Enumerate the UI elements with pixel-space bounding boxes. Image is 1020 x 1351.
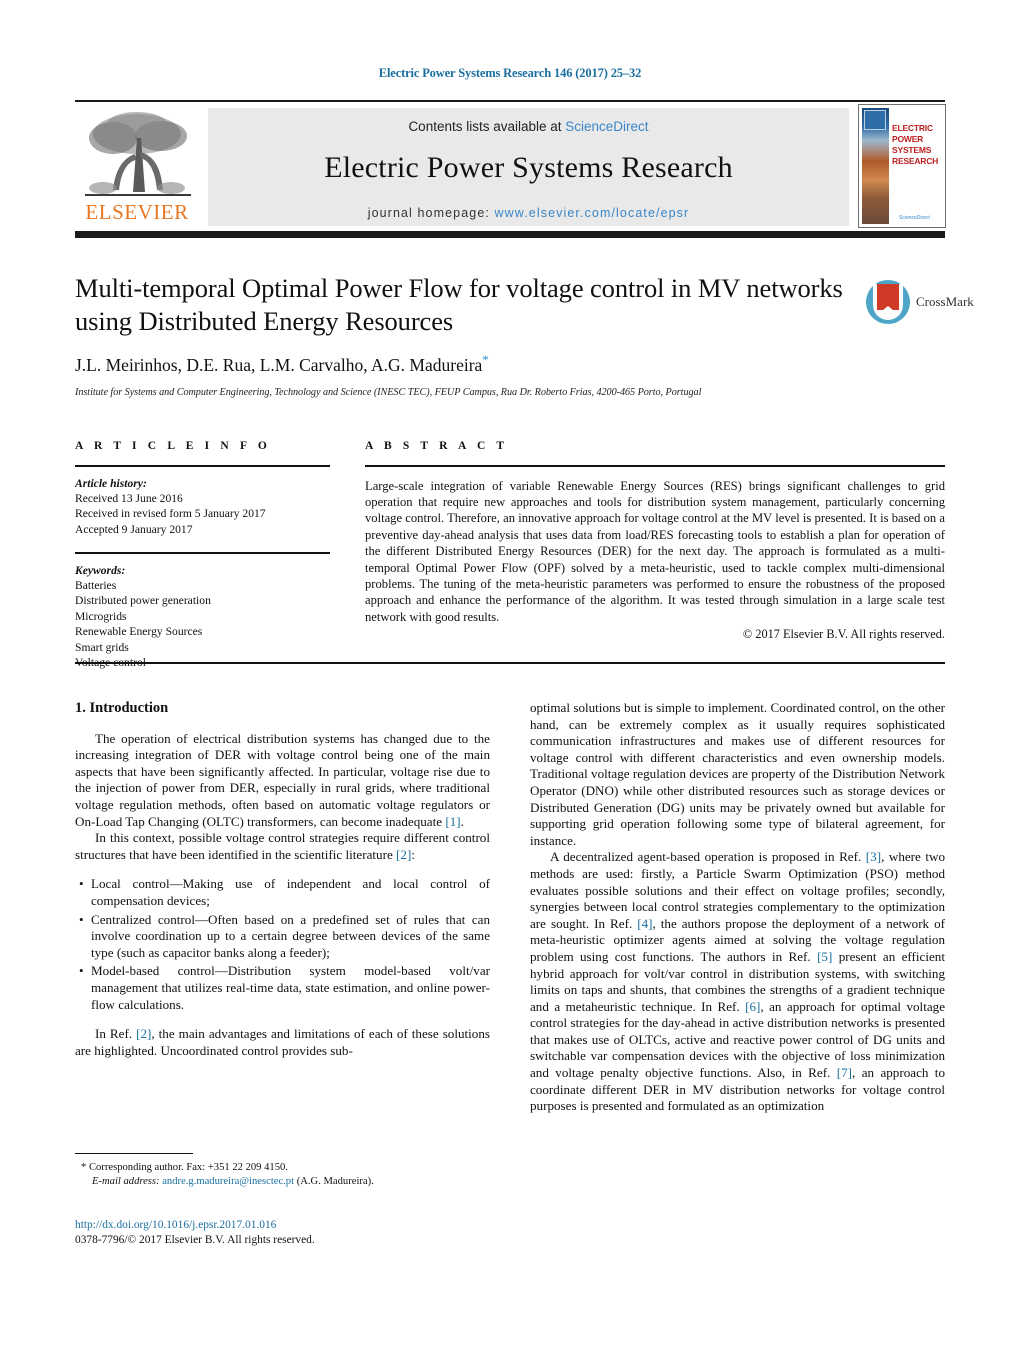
list-item: Centralized control—Often based on a pre…	[79, 912, 490, 962]
homepage-prefix: journal homepage:	[367, 206, 495, 220]
elsevier-wordmark: ELSEVIER	[85, 200, 189, 224]
citation-ref-1[interactable]: [1]	[445, 814, 460, 829]
paragraph-text: The operation of electrical distribution…	[75, 730, 490, 829]
abstract-rule	[365, 465, 945, 467]
keywords-label: Keywords:	[75, 563, 126, 577]
cover-logo-swatch	[864, 110, 886, 130]
elsevier-logo: ELSEVIER	[77, 108, 197, 228]
footnote-text: Corresponding author. Fax: +351 22 209 4…	[86, 1162, 288, 1174]
email-label: E-mail address:	[92, 1176, 160, 1188]
logo-ground-rule	[85, 194, 191, 196]
citation-ref-5[interactable]: [5]	[817, 949, 832, 964]
page-title: Multi-temporal Optimal Power Flow for vo…	[75, 273, 843, 336]
control-strategies-list: Local control—Making use of independent …	[75, 876, 490, 1013]
paragraph-text: A decentralized agent-based operation is…	[550, 849, 866, 865]
author-list: J.L. Meirinhos, D.E. Rua, L.M. Carvalho,…	[75, 352, 865, 376]
keyword-item: Microgrids	[75, 609, 127, 623]
cover-footer-text: ScienceDirect	[899, 215, 930, 221]
crossmark-label: CrossMark	[916, 294, 974, 309]
paragraph-intro-3: In Ref. [2], the main advantages and lim…	[75, 1026, 490, 1059]
section-heading-introduction: 1. Introduction	[75, 700, 169, 716]
cover-title-text: ELECTRIC POWER SYSTEMS RESEARCH	[892, 123, 939, 166]
masthead-top-rule	[75, 100, 945, 102]
keywords-rule	[75, 552, 330, 554]
abstract-column: A B S T R A C T Large-scale integration …	[365, 440, 945, 642]
citation-ref-2b[interactable]: [2]	[136, 1026, 151, 1041]
paragraph-intro-2: In this context, possible voltage contro…	[75, 830, 490, 863]
keywords-list: Keywords: Batteries Distributed power ge…	[75, 563, 330, 671]
keyword-item: Distributed power generation	[75, 594, 211, 608]
paragraph-right-1: optimal solutions but is simple to imple…	[530, 700, 945, 848]
abstract-heading: A B S T R A C T	[365, 440, 509, 452]
history-item: Accepted 9 January 2017	[75, 522, 193, 536]
abstract-copyright: © 2017 Elsevier B.V. All rights reserved…	[742, 627, 945, 642]
paragraph-tail: .	[460, 813, 464, 829]
journal-article-page: Electric Power Systems Research 146 (201…	[0, 0, 1020, 1351]
history-item: Received 13 June 2016	[75, 491, 183, 505]
author-names: J.L. Meirinhos, D.E. Rua, L.M. Carvalho,…	[75, 354, 483, 375]
email-note: E-mail address: andre.g.madureira@inesct…	[75, 1175, 490, 1189]
article-info-column: A R T I C L E I N F O Article history: R…	[75, 440, 330, 670]
contents-available-line: Contents lists available at ScienceDirec…	[208, 119, 849, 134]
keyword-item: Smart grids	[75, 640, 129, 654]
title-block: Multi-temporal Optimal Power Flow for vo…	[75, 272, 865, 398]
paragraph-text: In this context, possible voltage contro…	[75, 830, 490, 862]
body-column-right: optimal solutions but is simple to imple…	[530, 700, 945, 1115]
journal-cover-thumbnail: ELECTRIC POWER SYSTEMS RESEARCH ScienceD…	[858, 104, 946, 228]
contents-prefix: Contents lists available at	[408, 119, 566, 134]
article-history-label: Article history:	[75, 476, 147, 490]
journal-masthead: ELSEVIER Contents lists available at Sci…	[75, 100, 946, 238]
contents-panel: Contents lists available at ScienceDirec…	[208, 108, 849, 226]
article-info-rule	[75, 465, 330, 467]
crossmark-icon-inner	[873, 284, 903, 320]
corresponding-author-note: * Corresponding author. Fax: +351 22 209…	[75, 1161, 490, 1175]
journal-homepage-line: journal homepage: www.elsevier.com/locat…	[208, 206, 849, 220]
footnote-block: * Corresponding author. Fax: +351 22 209…	[75, 1153, 490, 1190]
article-info-heading: A R T I C L E I N F O	[75, 440, 271, 452]
history-item: Received in revised form 5 January 2017	[75, 507, 266, 521]
masthead-bottom-rule	[75, 231, 945, 238]
citation-ref-7[interactable]: [7]	[837, 1065, 852, 1080]
elsevier-tree-icon	[89, 112, 187, 194]
citation-ref-3[interactable]: [3]	[866, 849, 881, 864]
journal-homepage-link[interactable]: www.elsevier.com/locate/epsr	[495, 206, 690, 220]
issn-copyright-line: 0378-7796/© 2017 Elsevier B.V. All right…	[75, 1234, 315, 1246]
paragraph-intro-1: The operation of electrical distribution…	[75, 731, 490, 831]
info-abstract-bottom-rule	[75, 662, 945, 664]
corresponding-author-marker: *	[482, 352, 489, 367]
keyword-item: Renewable Energy Sources	[75, 625, 203, 639]
journal-title: Electric Power Systems Research	[324, 151, 733, 184]
list-item: Local control—Making use of independent …	[79, 876, 490, 909]
sciencedirect-link[interactable]: ScienceDirect	[565, 119, 648, 134]
paragraph-text: In Ref.	[95, 1026, 137, 1042]
doi-link[interactable]: http://dx.doi.org/10.1016/j.epsr.2017.01…	[75, 1218, 505, 1233]
keyword-item: Batteries	[75, 579, 117, 593]
paragraph-tail: :	[411, 846, 415, 862]
citation-ref-2[interactable]: [2]	[396, 847, 411, 862]
email-owner: (A.G. Madureira).	[296, 1176, 374, 1188]
list-item: Model-based control—Distribution system …	[79, 963, 490, 1013]
doi-block: http://dx.doi.org/10.1016/j.epsr.2017.01…	[75, 1218, 505, 1248]
paragraph-right-2: A decentralized agent-based operation is…	[530, 849, 945, 1115]
body-column-left: 1. Introduction The operation of electri…	[75, 700, 490, 1059]
citation-ref-6[interactable]: [6]	[745, 999, 760, 1014]
abstract-text: Large-scale integration of variable Rene…	[365, 478, 945, 624]
footnote-rule	[75, 1153, 193, 1155]
citation-ref-4[interactable]: [4]	[637, 916, 652, 931]
article-history: Article history: Received 13 June 2016 R…	[75, 476, 330, 538]
running-head: Electric Power Systems Research 146 (201…	[378, 66, 642, 80]
crossmark-icon	[866, 280, 910, 324]
affiliation: Institute for Systems and Computer Engin…	[75, 386, 702, 398]
email-link[interactable]: andre.g.madureira@inesctec.pt	[162, 1176, 294, 1187]
crossmark-badge[interactable]: CrossMark	[866, 280, 974, 326]
crossmark-icon-notch	[877, 306, 899, 315]
